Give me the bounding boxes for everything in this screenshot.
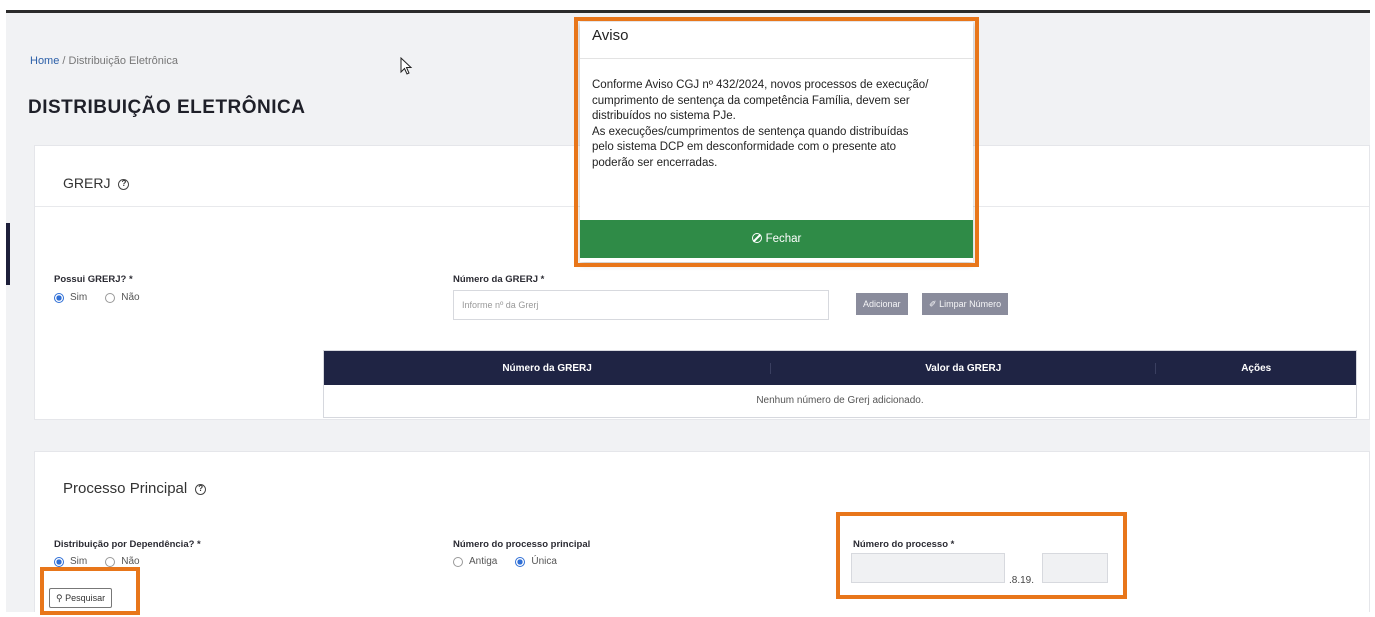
- radio-possui-sim[interactable]: Sim: [54, 292, 87, 303]
- radio-label: Sim: [70, 292, 88, 303]
- processo-title-text: Processo Principal: [63, 480, 188, 497]
- radio-label: Sim: [70, 556, 88, 567]
- clear-number-label: Limpar Número: [939, 299, 1002, 309]
- column-header: Valor da GRERJ: [770, 362, 1155, 374]
- radio-label: Antiga: [469, 556, 498, 567]
- processo-card: Processo Principal? Distribuição por Dep…: [34, 451, 1370, 612]
- processo-principal-radio-group: Antiga Única: [453, 556, 575, 567]
- radio-antiga[interactable]: Antiga: [453, 556, 497, 567]
- dependencia-label: Distribuição por Dependência? *: [54, 539, 201, 550]
- numero-grerj-input[interactable]: Informe nº da Grerj: [453, 290, 829, 320]
- breadcrumb-current: Distribuição Eletrônica: [68, 55, 178, 67]
- help-icon[interactable]: ?: [118, 178, 130, 190]
- eraser-icon: ✐: [929, 299, 937, 309]
- breadcrumb-separator: /: [59, 55, 69, 67]
- clear-number-button[interactable]: ✐ Limpar Número: [922, 293, 1009, 315]
- sidebar-edge: [6, 223, 10, 285]
- radio-unchecked-icon: [105, 556, 116, 567]
- table-empty-row: Nenhum número de Grerj adicionado.: [756, 395, 924, 406]
- radio-checked-icon: [515, 556, 526, 567]
- possui-grerj-radio-group: Sim Não: [54, 292, 158, 303]
- radio-label: Não: [121, 292, 140, 303]
- radio-unchecked-icon: [453, 556, 463, 567]
- processo-principal-label: Número do processo principal: [453, 539, 591, 550]
- radio-unchecked-icon: [105, 292, 116, 303]
- highlight-box-pesquisar: [40, 567, 140, 615]
- column-header: Ações: [1155, 362, 1356, 374]
- radio-dependencia-sim[interactable]: Sim: [54, 556, 87, 567]
- grerj-title: GRERJ?: [63, 175, 130, 191]
- highlight-box-modal: [574, 17, 979, 267]
- radio-checked-icon: [54, 292, 64, 303]
- radio-checked-icon: [54, 556, 64, 567]
- mouse-cursor-icon: [400, 57, 413, 75]
- page-title: DISTRIBUIÇÃO ELETRÔNICA: [28, 97, 306, 118]
- table-header: Número da GRERJ Valor da GRERJ Ações: [324, 351, 1356, 385]
- help-icon[interactable]: ?: [195, 483, 207, 495]
- numero-grerj-label: Número da GRERJ *: [453, 274, 545, 285]
- radio-dependencia-nao[interactable]: Não: [105, 556, 140, 567]
- radio-label: Não: [121, 556, 140, 567]
- radio-label: Única: [531, 556, 557, 567]
- grerj-title-text: GRERJ: [63, 175, 111, 191]
- breadcrumb: Home / Distribuição Eletrônica: [30, 55, 178, 67]
- add-grerj-button[interactable]: Adicionar: [856, 293, 908, 315]
- radio-unica[interactable]: Única: [515, 556, 557, 567]
- possui-grerj-label: Possui GRERJ? *: [54, 274, 133, 285]
- radio-possui-nao[interactable]: Não: [105, 292, 140, 303]
- dependencia-radio-group: Sim Não: [54, 556, 158, 567]
- highlight-box-numero-processo: [836, 512, 1127, 599]
- breadcrumb-home-link[interactable]: Home: [30, 55, 59, 67]
- column-header: Número da GRERJ: [502, 362, 592, 374]
- processo-title: Processo Principal?: [63, 480, 207, 497]
- grerj-table: Número da GRERJ Valor da GRERJ Ações Nen…: [323, 350, 1357, 418]
